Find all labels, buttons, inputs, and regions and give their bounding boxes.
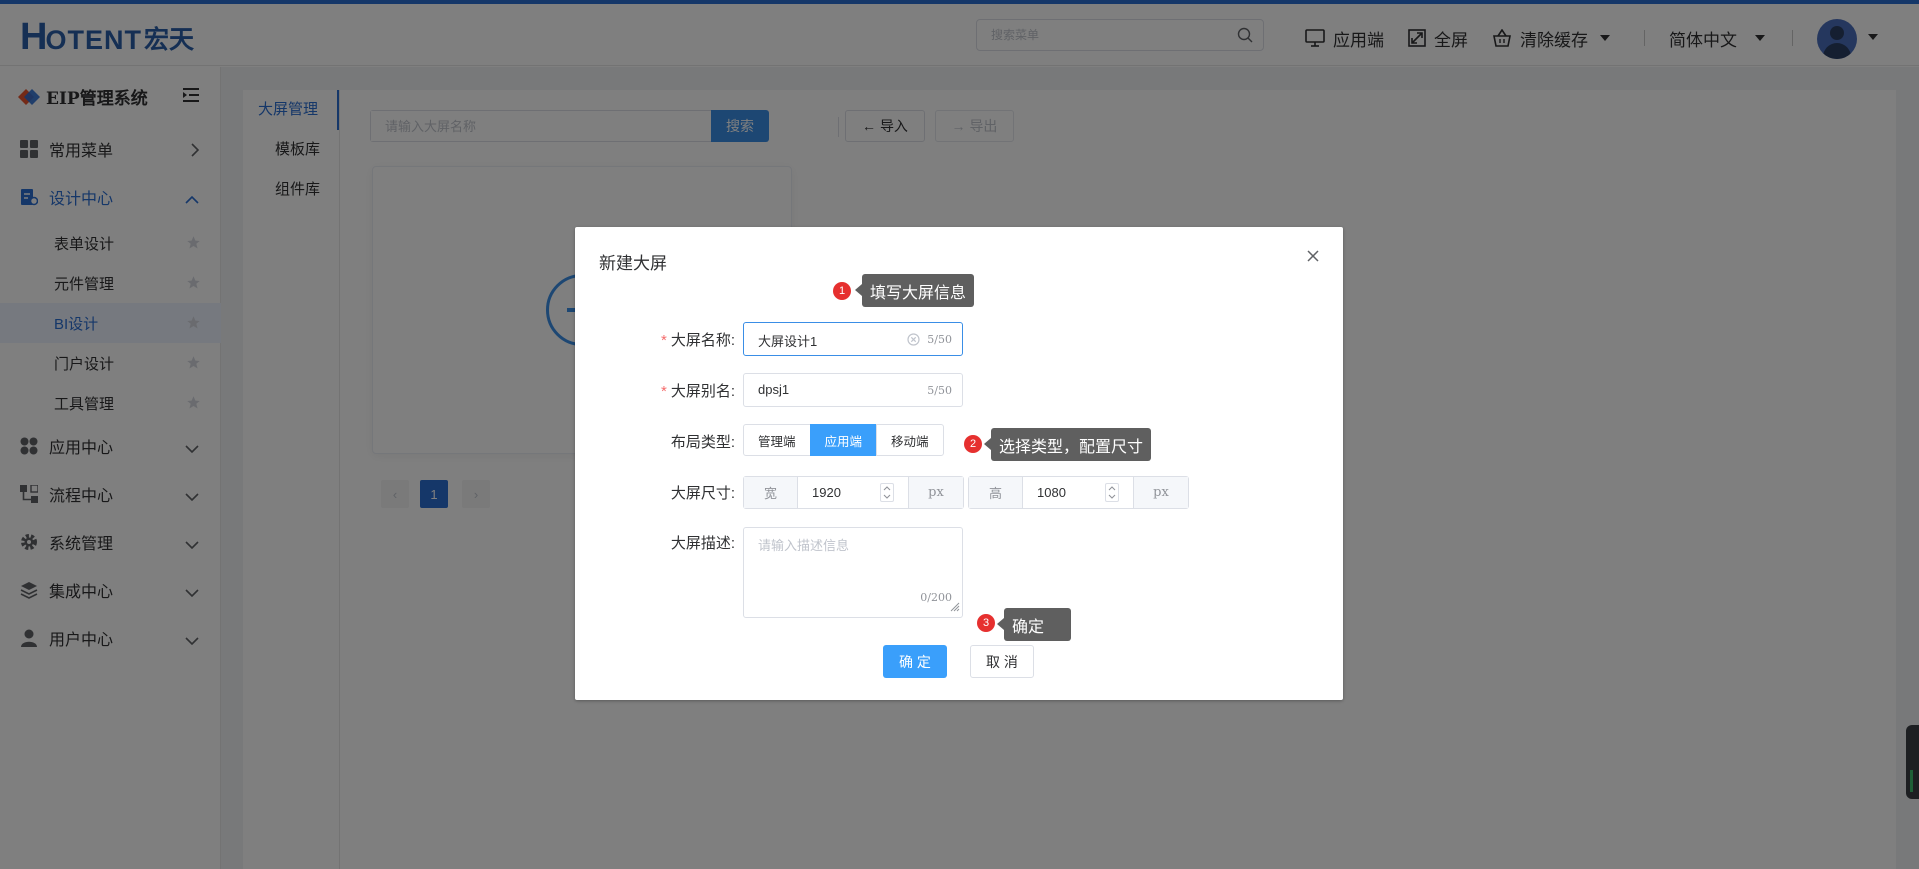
cancel-button[interactable]: 取 消 xyxy=(970,645,1034,678)
height-prefix: 高 xyxy=(969,477,1023,508)
name-label: * 大屏名称: xyxy=(660,332,735,349)
layout-type-radio-group: 管理端 应用端 移动端 xyxy=(743,424,944,456)
clear-circle-icon[interactable] xyxy=(907,333,920,349)
width-unit: px xyxy=(908,477,963,508)
description-textarea[interactable]: 请输入描述信息 0/200 xyxy=(743,527,963,618)
resize-grip-icon[interactable] xyxy=(950,599,960,615)
number-stepper[interactable] xyxy=(880,483,894,502)
step-badge-2: 2 xyxy=(964,435,982,453)
layout-option-app[interactable]: 应用端 xyxy=(809,424,878,456)
confirm-button[interactable]: 确 定 xyxy=(883,645,947,678)
screen-alias-field[interactable]: dpsj1 5/50 xyxy=(743,373,963,407)
width-number-input[interactable]: 1920 xyxy=(798,477,908,508)
height-input-group: 高 1080 px xyxy=(968,476,1189,509)
height-unit: px xyxy=(1133,477,1188,508)
width-prefix: 宽 xyxy=(744,477,798,508)
layout-option-mobile[interactable]: 移动端 xyxy=(876,424,944,456)
alias-label: * 大屏别名: xyxy=(660,383,735,400)
screen-size-label: 大屏尺寸: xyxy=(670,485,735,502)
step-tip-1: 填写大屏信息 xyxy=(854,274,975,307)
height-number-input[interactable]: 1080 xyxy=(1023,477,1133,508)
step-badge-1: 1 xyxy=(833,282,851,300)
dialog-title: 新建大屏 xyxy=(599,254,667,273)
step-badge-3: 3 xyxy=(977,614,995,632)
step-tip-3: 确定 xyxy=(997,608,1071,641)
screen-name-field[interactable]: 大屏设计1 5/50 xyxy=(743,322,963,356)
width-input-group: 宽 1920 px xyxy=(743,476,964,509)
number-stepper[interactable] xyxy=(1105,483,1119,502)
layout-option-admin[interactable]: 管理端 xyxy=(743,424,811,456)
layout-type-label: 布局类型: xyxy=(670,434,735,451)
close-icon[interactable] xyxy=(1306,249,1322,265)
description-label: 大屏描述: xyxy=(670,535,735,552)
step-tip-2: 选择类型，配置尺寸 xyxy=(983,428,1152,461)
